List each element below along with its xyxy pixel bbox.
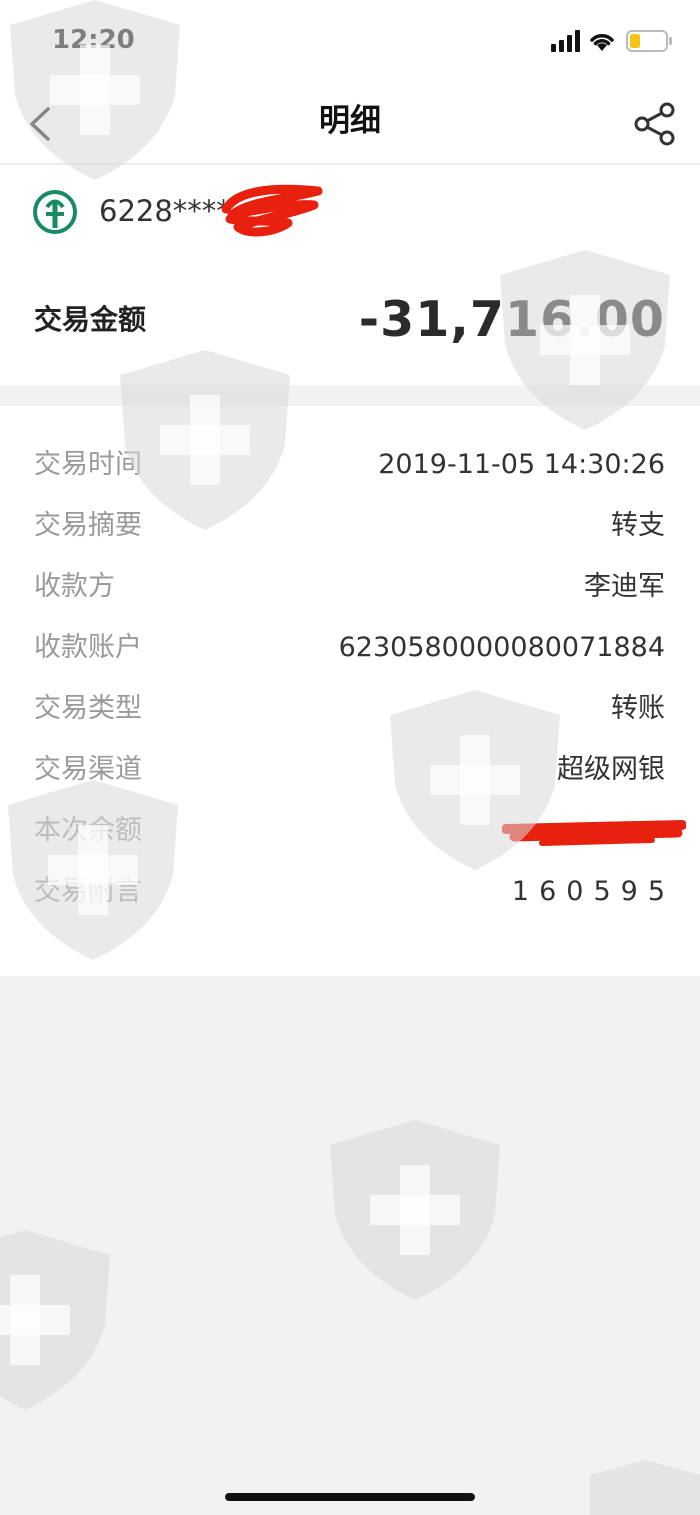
redaction-bar — [502, 820, 686, 846]
detail-label: 收款账户 — [34, 632, 142, 663]
detail-value: 转账 — [611, 693, 665, 724]
battery-icon — [626, 30, 672, 52]
detail-label: 本次余额 — [34, 815, 142, 846]
detail-label: 交易摘要 — [34, 510, 142, 541]
shield-watermark-icon — [0, 1230, 110, 1410]
page-title: 明细 — [319, 103, 381, 139]
redaction-scribble — [221, 184, 323, 237]
bank-logo-icon — [33, 190, 77, 234]
shield-watermark-icon — [590, 1460, 700, 1515]
detail-row-summary: 交易摘要 转支 — [0, 504, 700, 548]
detail-label: 交易类型 — [34, 693, 142, 724]
detail-value: 超级网银 — [557, 754, 665, 785]
account-number: 6228**** — [99, 194, 231, 228]
detail-label: 收款方 — [34, 571, 115, 602]
detail-value: 160595 — [511, 876, 675, 907]
wifi-icon — [590, 34, 614, 51]
detail-label: 交易时间 — [34, 449, 142, 480]
details-card: 交易时间 2019-11-05 14:30:26 交易摘要 转支 收款方 李迪军… — [0, 406, 700, 976]
detail-row-type: 交易类型 转账 — [0, 687, 700, 731]
nav-bar: 明细 — [0, 85, 700, 165]
detail-row-time: 交易时间 2019-11-05 14:30:26 — [0, 443, 700, 487]
detail-value: 李迪军 — [584, 571, 665, 602]
share-icon[interactable] — [630, 101, 680, 147]
detail-row-payee: 收款方 李迪军 — [0, 565, 700, 609]
status-bar: 12:20 — [0, 0, 700, 85]
status-time: 12:20 — [52, 25, 135, 55]
account-card: 6228**** 交易金额 -31,716.00 — [0, 165, 700, 385]
detail-value: 6230580000080071884 — [338, 632, 665, 663]
amount-label: 交易金额 — [34, 303, 147, 336]
shield-watermark-icon — [330, 1120, 500, 1300]
detail-value: 2019-11-05 14:30:26 — [378, 449, 665, 480]
detail-row-channel: 交易渠道 超级网银 — [0, 748, 700, 792]
detail-row-memo: 交易附言 160595 — [0, 870, 700, 914]
detail-label: 交易附言 — [34, 876, 142, 907]
home-indicator[interactable] — [225, 1493, 475, 1501]
detail-label: 交易渠道 — [34, 754, 142, 785]
amount-value: -31,716.00 — [358, 291, 665, 348]
detail-row-payee-account: 收款账户 6230580000080071884 — [0, 626, 700, 670]
detail-row-balance: 本次余额 — [0, 809, 700, 853]
signal-icon — [551, 30, 580, 52]
detail-value: 转支 — [611, 510, 665, 541]
